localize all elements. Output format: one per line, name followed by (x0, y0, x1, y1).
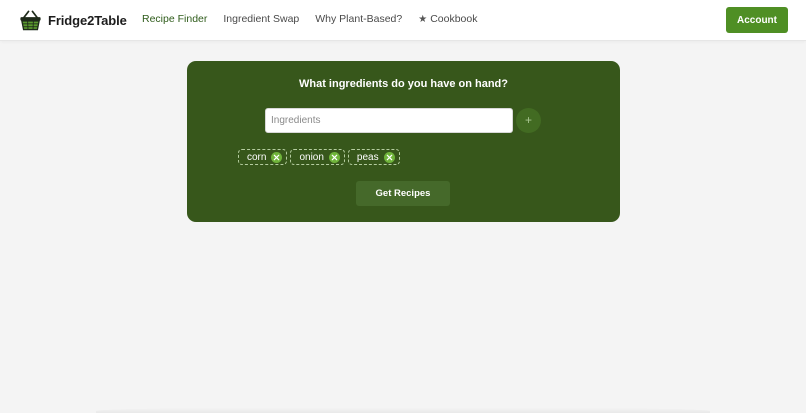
chip-label: peas (356, 151, 379, 163)
nav-link-why-plant-based[interactable]: Why Plant-Based? (315, 13, 402, 25)
remove-chip-button[interactable] (328, 151, 340, 163)
add-ingredient-button[interactable]: + (516, 108, 541, 133)
ingredient-chips: corn onion peas (238, 149, 403, 165)
navbar: Fridge2Table Recipe Finder Ingredient Sw… (0, 0, 806, 41)
finder-title: What ingredients do you have on hand? (298, 78, 508, 90)
bottom-shadow (96, 407, 710, 413)
nav-link-ingredient-swap[interactable]: Ingredient Swap (223, 13, 299, 25)
brand-name: Fridge2Table (48, 12, 127, 28)
remove-chip-button[interactable] (383, 151, 395, 163)
ingredient-chip: onion (290, 149, 345, 165)
basket-icon (20, 10, 41, 30)
main-nav: Recipe Finder Ingredient Swap Why Plant-… (142, 13, 493, 25)
nav-link-cookbook[interactable]: ★ Cookbook (418, 13, 477, 25)
chip-label: corn (247, 151, 267, 163)
close-icon (386, 154, 392, 160)
chip-label: onion (299, 151, 324, 163)
close-icon (331, 154, 338, 160)
plus-icon: + (524, 113, 532, 127)
close-icon (274, 154, 280, 160)
ingredient-finder-card: What ingredients do you have on hand? + … (187, 61, 620, 222)
remove-chip-button[interactable] (271, 151, 283, 163)
ingredient-chip: peas (347, 149, 400, 165)
ingredients-input[interactable] (265, 108, 513, 133)
star-icon: ★ (418, 13, 428, 25)
brand[interactable]: Fridge2Table (19, 8, 127, 32)
nav-link-cookbook-label: Cookbook (430, 13, 478, 25)
account-button[interactable]: Account (726, 7, 788, 33)
nav-link-recipe-finder[interactable]: Recipe Finder (142, 13, 207, 25)
ingredient-chip: corn (238, 149, 288, 165)
get-recipes-button[interactable]: Get Recipes (356, 181, 450, 206)
